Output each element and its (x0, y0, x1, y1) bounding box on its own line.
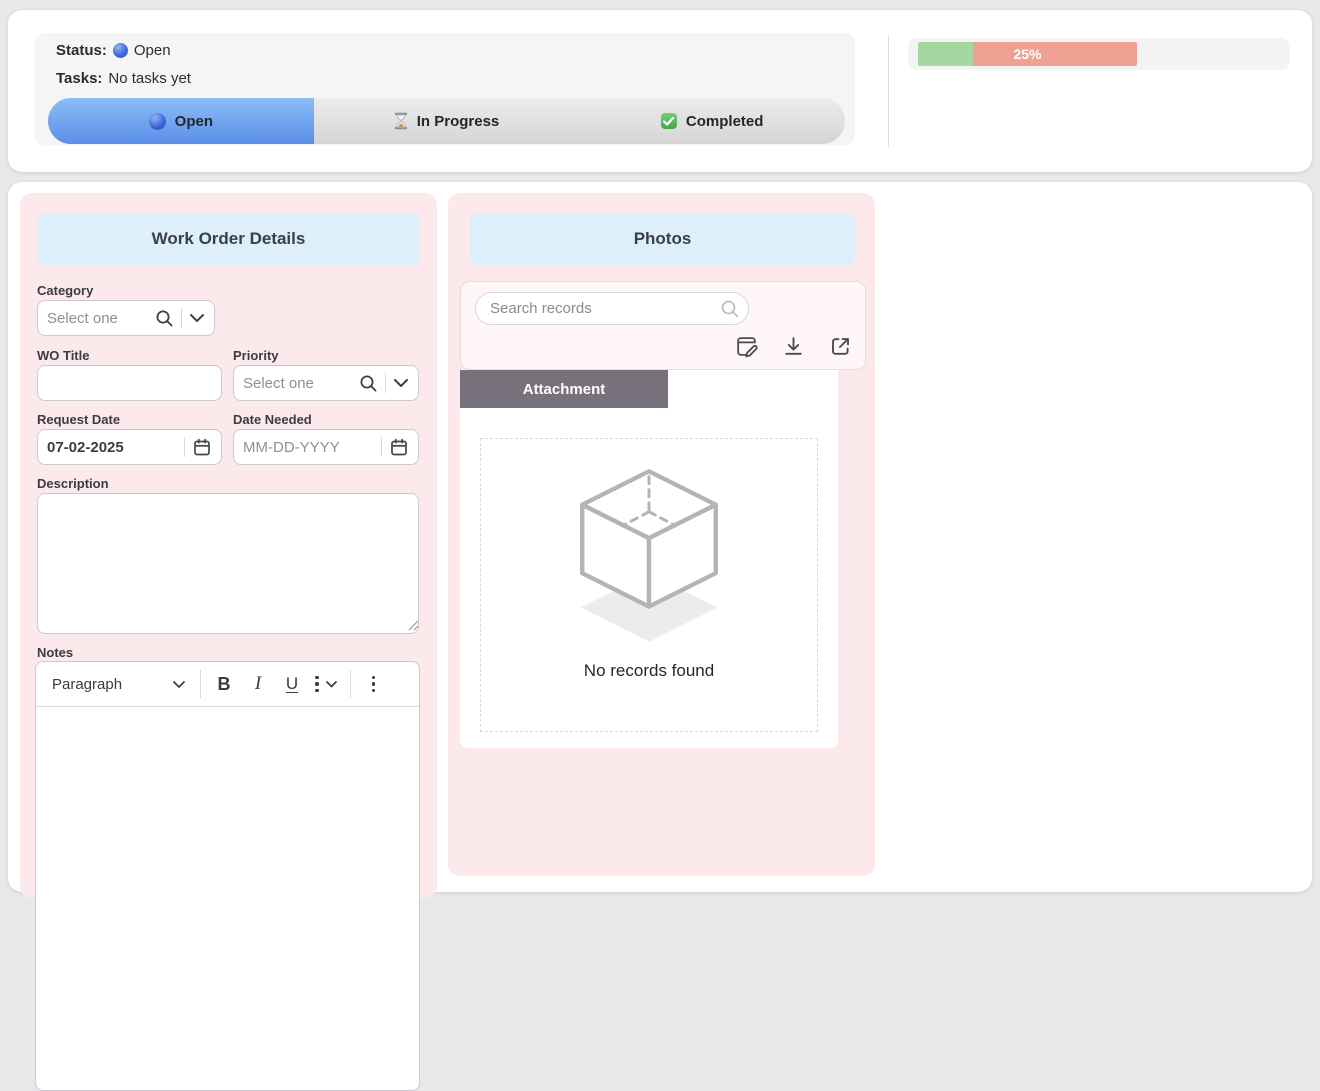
bold-button[interactable]: B (207, 667, 241, 701)
wo-title-field[interactable] (37, 365, 222, 401)
priority-label: Priority (233, 348, 279, 363)
date-needed-field[interactable] (233, 429, 419, 465)
empty-state-text: No records found (584, 661, 714, 681)
notes-content-area[interactable] (36, 707, 419, 1090)
input-separator (381, 437, 382, 457)
work-order-details-panel: Work Order Details Category WO Title Pri… (20, 193, 437, 898)
progress-bar: 25% (908, 38, 1290, 70)
italic-button[interactable]: I (241, 667, 275, 701)
request-date-input[interactable] (47, 439, 177, 456)
progress-percent-label: 25% (918, 42, 1137, 66)
status-line: Status: Open (56, 42, 171, 59)
segment-open-label: Open (175, 113, 213, 130)
category-select[interactable] (37, 300, 215, 336)
tasks-line: Tasks: No tasks yet (56, 70, 191, 87)
wo-title-input[interactable] (47, 375, 212, 392)
photos-action-icons (734, 334, 853, 359)
photos-toolbar (460, 281, 866, 370)
category-input[interactable] (47, 310, 148, 327)
date-needed-label: Date Needed (233, 412, 312, 427)
priority-select[interactable] (233, 365, 419, 401)
blue-circle-icon (113, 43, 128, 58)
photos-panel: Photos (448, 193, 875, 876)
chevron-down-icon[interactable] (393, 378, 409, 388)
segment-completed-label: Completed (686, 113, 764, 130)
input-separator (184, 437, 185, 457)
edit-records-icon[interactable] (734, 334, 759, 359)
notes-toolbar: Paragraph B I U (36, 662, 419, 707)
tasks-value: No tasks yet (108, 70, 191, 87)
underline-button[interactable]: U (275, 667, 309, 701)
toolbar-divider (200, 670, 201, 698)
segment-open[interactable]: Open (48, 98, 314, 144)
notes-rich-text-editor: Paragraph B I U (35, 661, 420, 1091)
search-icon (718, 297, 742, 321)
calendar-icon[interactable] (389, 437, 409, 457)
chevron-down-icon (172, 680, 186, 689)
chevron-down-icon (325, 680, 338, 689)
panel-title: Work Order Details (37, 213, 420, 265)
vertical-ellipsis-icon (315, 676, 319, 693)
notes-label: Notes (37, 645, 73, 660)
blue-circle-icon (149, 113, 166, 130)
date-needed-input[interactable] (243, 439, 374, 456)
description-label: Description (37, 476, 109, 491)
description-textarea[interactable] (37, 493, 419, 634)
hourglass-icon (394, 112, 408, 130)
request-date-label: Request Date (37, 412, 120, 427)
attachment-column-header[interactable]: Attachment (460, 370, 668, 408)
empty-box-icon (561, 459, 737, 647)
green-check-icon (661, 113, 677, 129)
calendar-icon[interactable] (192, 437, 212, 457)
segment-in-progress[interactable]: In Progress (314, 98, 580, 144)
status-label: Status: (56, 42, 107, 59)
status-value: Open (134, 42, 171, 59)
search-records-input[interactable] (490, 300, 718, 317)
empty-state: No records found (480, 438, 818, 732)
search-icon (155, 309, 174, 328)
status-segmented-bar: Open In Progress Completed (48, 98, 845, 144)
vertical-divider (888, 35, 889, 147)
toolbar-divider (350, 670, 351, 698)
wo-title-label: WO Title (37, 348, 89, 363)
segment-in-progress-label: In Progress (417, 113, 500, 130)
input-separator (385, 373, 386, 393)
input-separator (181, 308, 182, 328)
vertical-ellipsis-icon (372, 676, 376, 693)
status-box: Status: Open Tasks: No tasks yet Open (35, 33, 855, 145)
panel-title: Photos (470, 213, 855, 265)
attachments-table: Attachment No records found (460, 370, 838, 748)
download-icon[interactable] (781, 334, 806, 359)
paragraph-style-value: Paragraph (52, 676, 164, 693)
search-icon (359, 374, 378, 393)
request-date-field[interactable] (37, 429, 222, 465)
tasks-label: Tasks: (56, 70, 102, 87)
paragraph-style-dropdown[interactable]: Paragraph (44, 676, 194, 693)
search-records-field[interactable] (475, 292, 749, 325)
status-summary-card: Status: Open Tasks: No tasks yet Open (8, 10, 1312, 172)
open-external-icon[interactable] (828, 334, 853, 359)
category-label: Category (37, 283, 93, 298)
chevron-down-icon[interactable] (189, 313, 205, 323)
work-order-main-card: Work Order Details Category WO Title Pri… (8, 182, 1312, 892)
priority-input[interactable] (243, 375, 352, 392)
more-formatting-dropdown[interactable] (309, 676, 344, 693)
overflow-menu-button[interactable] (357, 667, 391, 701)
segment-completed[interactable]: Completed (579, 98, 845, 144)
